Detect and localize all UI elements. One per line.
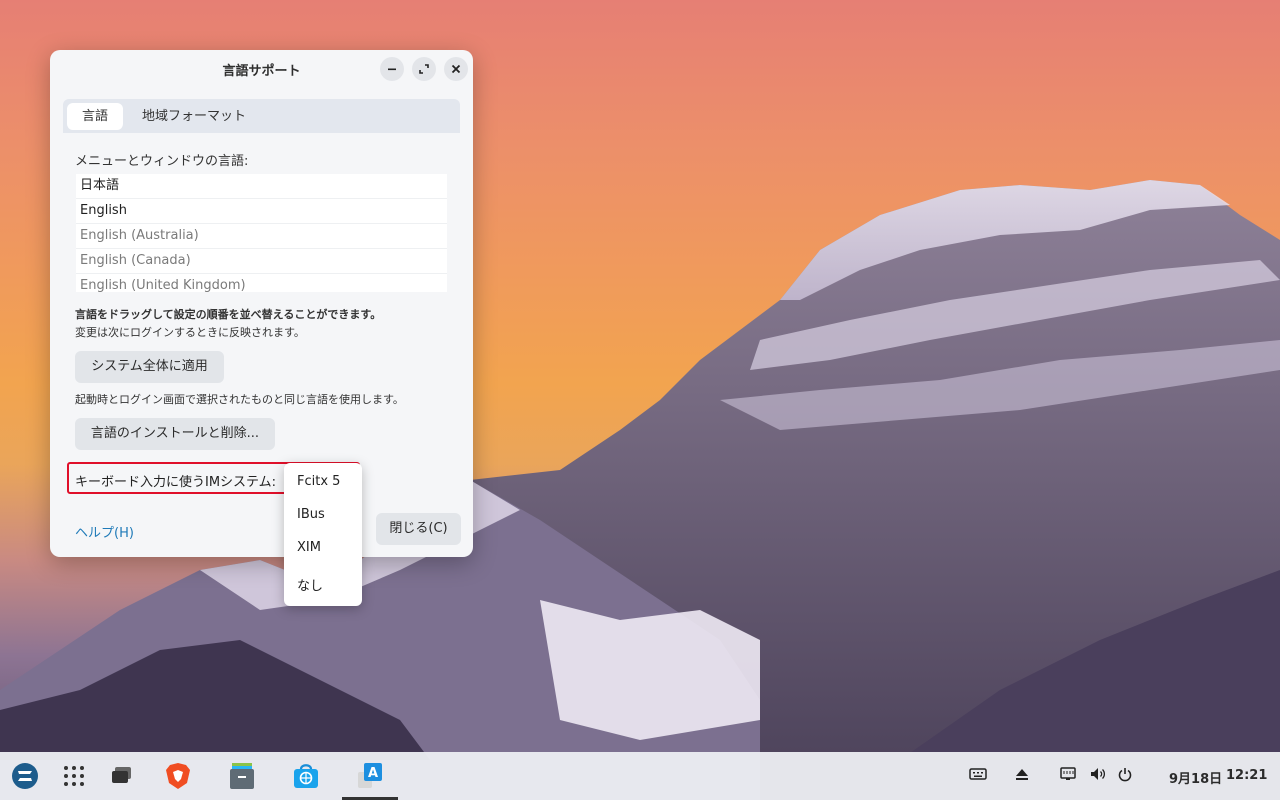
maximize-icon — [419, 64, 429, 74]
zorin-menu-icon — [12, 763, 38, 789]
help-button[interactable]: ヘルプ(H) — [75, 522, 134, 541]
im-system-label: キーボード入力に使うIMシステム: — [75, 475, 277, 490]
files-button[interactable] — [226, 752, 258, 800]
app-grid-button[interactable] — [60, 752, 88, 800]
list-item[interactable]: English — [76, 199, 447, 224]
workspaces-icon — [112, 767, 131, 783]
apply-system-wide-button[interactable]: システム全体に適用 — [75, 351, 224, 383]
minimize-icon — [388, 68, 396, 71]
software-store-button[interactable] — [290, 752, 322, 800]
im-option-fcitx5[interactable]: Fcitx 5 — [297, 474, 340, 489]
eject-button[interactable] — [1014, 766, 1030, 786]
im-option-none[interactable]: なし — [297, 575, 323, 594]
eject-icon — [1016, 769, 1028, 780]
language-list[interactable]: 日本語 English English (Australia) English … — [76, 174, 447, 292]
brave-browser-icon — [166, 763, 190, 789]
keyboard-icon — [969, 768, 987, 780]
language-support-button[interactable]: A — [354, 752, 386, 800]
drag-hint-text: 言語をドラッグして設定の順番を並べ替えることができます。 — [75, 308, 382, 321]
taskbar: A 9月18日 12:21 — [0, 752, 1280, 800]
keyboard-layout-button[interactable] — [969, 766, 987, 786]
app-grid-icon — [64, 766, 84, 786]
close-icon — [451, 64, 461, 74]
minimize-button[interactable] — [380, 57, 404, 81]
tab-regional-formats[interactable]: 地域フォーマット — [129, 103, 259, 130]
volume-icon — [1091, 768, 1106, 780]
language-list-heading: メニューとウィンドウの言語: — [75, 154, 249, 169]
clock-time[interactable]: 12:21 — [1226, 768, 1267, 783]
list-item[interactable]: English (United Kingdom) — [76, 274, 447, 292]
apply-description-text: 起動時とログイン画面で選択されたものと同じ言語を使用します。 — [75, 393, 404, 406]
maximize-button[interactable] — [412, 57, 436, 81]
language-support-icon: A — [358, 763, 382, 788]
workspaces-button[interactable] — [107, 752, 137, 800]
volume-button[interactable] — [1089, 766, 1107, 786]
install-remove-languages-button[interactable]: 言語のインストールと削除... — [75, 418, 275, 450]
software-store-icon — [294, 764, 318, 788]
relogin-hint-text: 変更は次にログインするときに反映されます。 — [75, 326, 305, 339]
titlebar[interactable]: 言語サポート — [50, 50, 473, 88]
list-item[interactable]: English (Australia) — [76, 224, 447, 249]
close-button[interactable]: 閉じる(C) — [376, 513, 461, 545]
im-system-dropdown[interactable]: Fcitx 5 IBus XIM なし — [284, 463, 362, 606]
window-title: 言語サポート — [222, 64, 301, 79]
zorin-menu-button[interactable] — [8, 752, 42, 800]
power-icon — [1118, 768, 1132, 782]
network-button[interactable] — [1059, 766, 1077, 786]
tab-language[interactable]: 言語 — [67, 103, 123, 130]
im-option-ibus[interactable]: IBus — [297, 507, 325, 522]
power-button[interactable] — [1117, 766, 1133, 786]
files-icon — [230, 763, 254, 789]
brave-browser-button[interactable] — [162, 752, 194, 800]
tab-bar: 言語 地域フォーマット — [63, 99, 460, 133]
im-option-xim[interactable]: XIM — [297, 540, 321, 555]
clock-date[interactable]: 9月18日 — [1169, 768, 1222, 787]
list-item[interactable]: English (Canada) — [76, 249, 447, 274]
close-window-button[interactable] — [444, 57, 468, 81]
language-support-window: 言語サポート 言語 地域フォーマット メニューとウィンドウの言語: 日本語 En… — [50, 50, 473, 557]
svg-text:A: A — [368, 766, 378, 781]
network-icon — [1060, 767, 1076, 780]
list-item[interactable]: 日本語 — [76, 174, 447, 199]
